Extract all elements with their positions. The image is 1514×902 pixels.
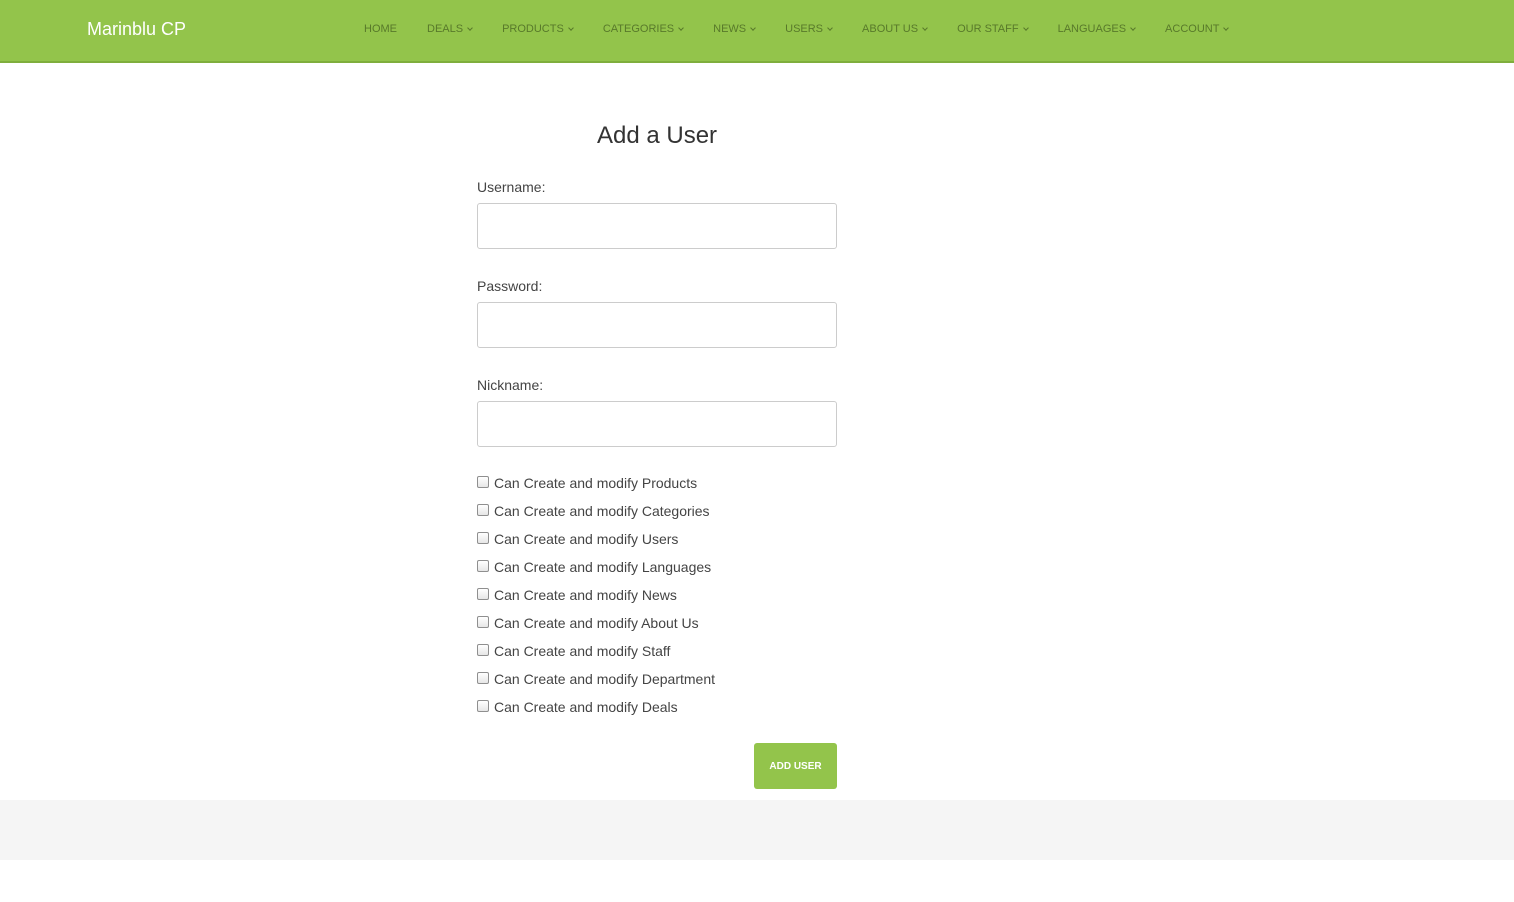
nav-item-categories[interactable]: CATEGORIES [602, 22, 684, 36]
page-title: Add a User [596, 122, 718, 149]
checkbox[interactable] [477, 643, 489, 656]
chevron-down-icon [1223, 24, 1230, 31]
username-label: Username: [477, 179, 546, 195]
nav-item-label: DEALS [427, 23, 464, 35]
nav-item-label: ACCOUNT [1165, 23, 1220, 35]
username-input[interactable] [477, 203, 837, 249]
nav-item-our-staff[interactable]: OUR STAFF [957, 22, 1029, 36]
nickname-label: Nickname: [477, 377, 544, 393]
permission-deals[interactable]: Can Create and modify Deals [477, 693, 837, 721]
permission-label: Can Create and modify Categories [494, 503, 710, 519]
permission-label: Can Create and modify News [494, 587, 677, 603]
main-nav: HOME DEALS PRODUCTS CATEGORIES NEWS USER… [364, 22, 1230, 36]
chevron-down-icon [678, 24, 684, 31]
add-user-form: Add a User Username: Password: Nickname:… [477, 120, 837, 789]
permission-about-us[interactable]: Can Create and modify About Us [477, 609, 837, 637]
chevron-down-icon [467, 24, 473, 31]
nav-item-label: LANGUAGES [1057, 23, 1127, 35]
chevron-down-icon [1022, 24, 1029, 31]
permission-products[interactable]: Can Create and modify Products [477, 469, 837, 497]
permission-label: Can Create and modify Languages [494, 559, 712, 575]
chevron-down-icon [827, 24, 833, 31]
password-input[interactable] [477, 302, 837, 348]
checkbox[interactable] [477, 699, 489, 712]
form-actions: ADD USER [477, 743, 837, 789]
checkbox[interactable] [477, 503, 489, 516]
permission-label: Can Create and modify Deals [494, 699, 678, 715]
nav-item-account[interactable]: ACCOUNT [1165, 22, 1230, 36]
nav-item-label: CATEGORIES [602, 23, 675, 35]
permission-staff[interactable]: Can Create and modify Staff [477, 637, 837, 665]
permission-languages[interactable]: Can Create and modify Languages [477, 553, 837, 581]
page-footer [0, 800, 1514, 860]
permissions-list: Can Create and modify Products Can Creat… [477, 469, 837, 721]
nav-item-news[interactable]: NEWS [713, 22, 756, 36]
permission-label: Can Create and modify Department [494, 671, 715, 687]
checkbox[interactable] [477, 615, 489, 628]
nav-item-label: OUR STAFF [957, 23, 1019, 35]
nav-item-languages[interactable]: LANGUAGES [1057, 22, 1136, 36]
nav-item-label: USERS [785, 23, 824, 35]
permission-label: Can Create and modify About Us [494, 615, 699, 631]
chevron-down-icon [750, 24, 756, 31]
chevron-down-icon [567, 24, 574, 31]
chevron-down-icon [922, 24, 928, 31]
nav-item-home[interactable]: HOME [364, 22, 397, 36]
nav-item-label: PRODUCTS [502, 23, 564, 35]
add-user-button[interactable]: ADD USER [754, 743, 837, 789]
permission-label: Can Create and modify Users [494, 531, 679, 547]
nav-item-label: NEWS [713, 23, 747, 35]
checkbox[interactable] [477, 475, 489, 488]
password-label: Password: [477, 278, 543, 294]
permission-department[interactable]: Can Create and modify Department [477, 665, 837, 693]
permission-news[interactable]: Can Create and modify News [477, 581, 837, 609]
nav-item-label: ABOUT US [862, 23, 919, 35]
permission-categories[interactable]: Can Create and modify Categories [477, 497, 837, 525]
brand-logo[interactable]: Marinblu CP [87, 18, 186, 40]
nav-item-products[interactable]: PRODUCTS [502, 22, 574, 36]
chevron-down-icon [1130, 24, 1136, 31]
permission-label: Can Create and modify Products [494, 475, 698, 491]
nav-item-deals[interactable]: DEALS [427, 22, 473, 36]
checkbox[interactable] [477, 671, 489, 684]
nav-item-label: HOME [364, 23, 397, 35]
permission-label: Can Create and modify Staff [494, 643, 671, 659]
nav-item-users[interactable]: USERS [785, 22, 833, 36]
checkbox[interactable] [477, 531, 489, 544]
nickname-input[interactable] [477, 401, 837, 447]
top-navbar: Marinblu CP HOME DEALS PRODUCTS CATEGORI… [0, 0, 1514, 63]
nav-item-about-us[interactable]: ABOUT US [862, 22, 928, 36]
permission-users[interactable]: Can Create and modify Users [477, 525, 837, 553]
checkbox[interactable] [477, 559, 489, 572]
checkbox[interactable] [477, 587, 489, 600]
